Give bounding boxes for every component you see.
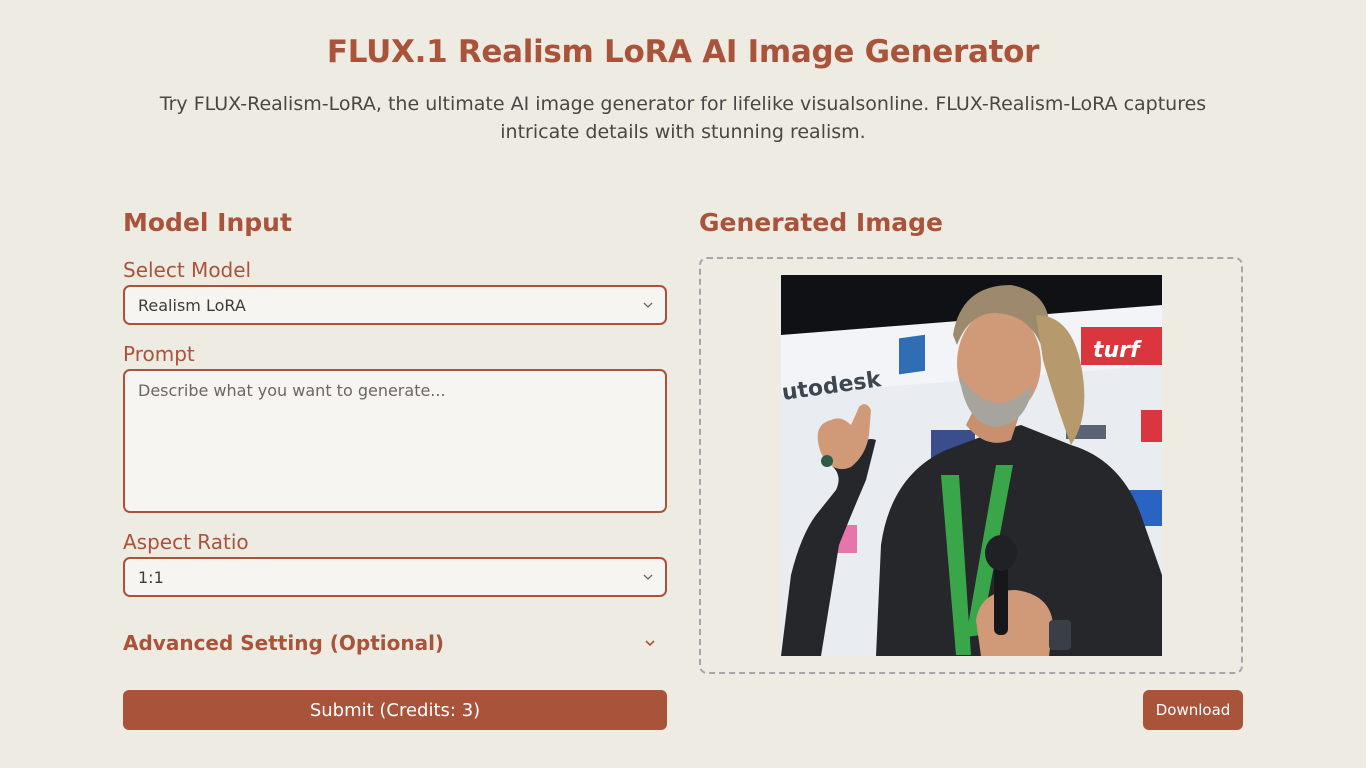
model-select[interactable]: Realism LoRA (123, 285, 667, 325)
chevron-down-icon (631, 287, 665, 323)
photo-of-speaker-with-microphone-icon: utodesk turf (781, 275, 1162, 656)
model-input-heading: Model Input (123, 208, 292, 237)
download-button[interactable]: Download (1143, 690, 1243, 730)
chevron-down-icon (631, 559, 665, 595)
image-preview-frame: utodesk turf (699, 257, 1243, 674)
select-model-label: Select Model (123, 258, 252, 282)
submit-button[interactable]: Submit (Credits: 3) (123, 690, 667, 730)
aspect-ratio-label: Aspect Ratio (123, 530, 249, 554)
chevron-down-icon (633, 626, 667, 660)
prompt-textarea[interactable] (123, 369, 667, 513)
prompt-label: Prompt (123, 342, 195, 366)
generated-image-heading: Generated Image (699, 208, 944, 237)
generated-image: utodesk turf (781, 275, 1162, 656)
page-subtitle: Try FLUX-Realism-LoRA, the ultimate AI i… (159, 93, 1207, 143)
model-select-value: Realism LoRA (138, 295, 246, 315)
svg-text:turf: turf (1093, 338, 1142, 363)
page-title: FLUX.1 Realism LoRA AI Image Generator (326, 34, 1040, 70)
advanced-setting-label: Advanced Setting (Optional) (123, 631, 445, 655)
aspect-ratio-value: 1:1 (138, 567, 164, 587)
aspect-ratio-select[interactable]: 1:1 (123, 557, 667, 597)
advanced-setting-toggle[interactable]: Advanced Setting (Optional) (123, 626, 667, 660)
